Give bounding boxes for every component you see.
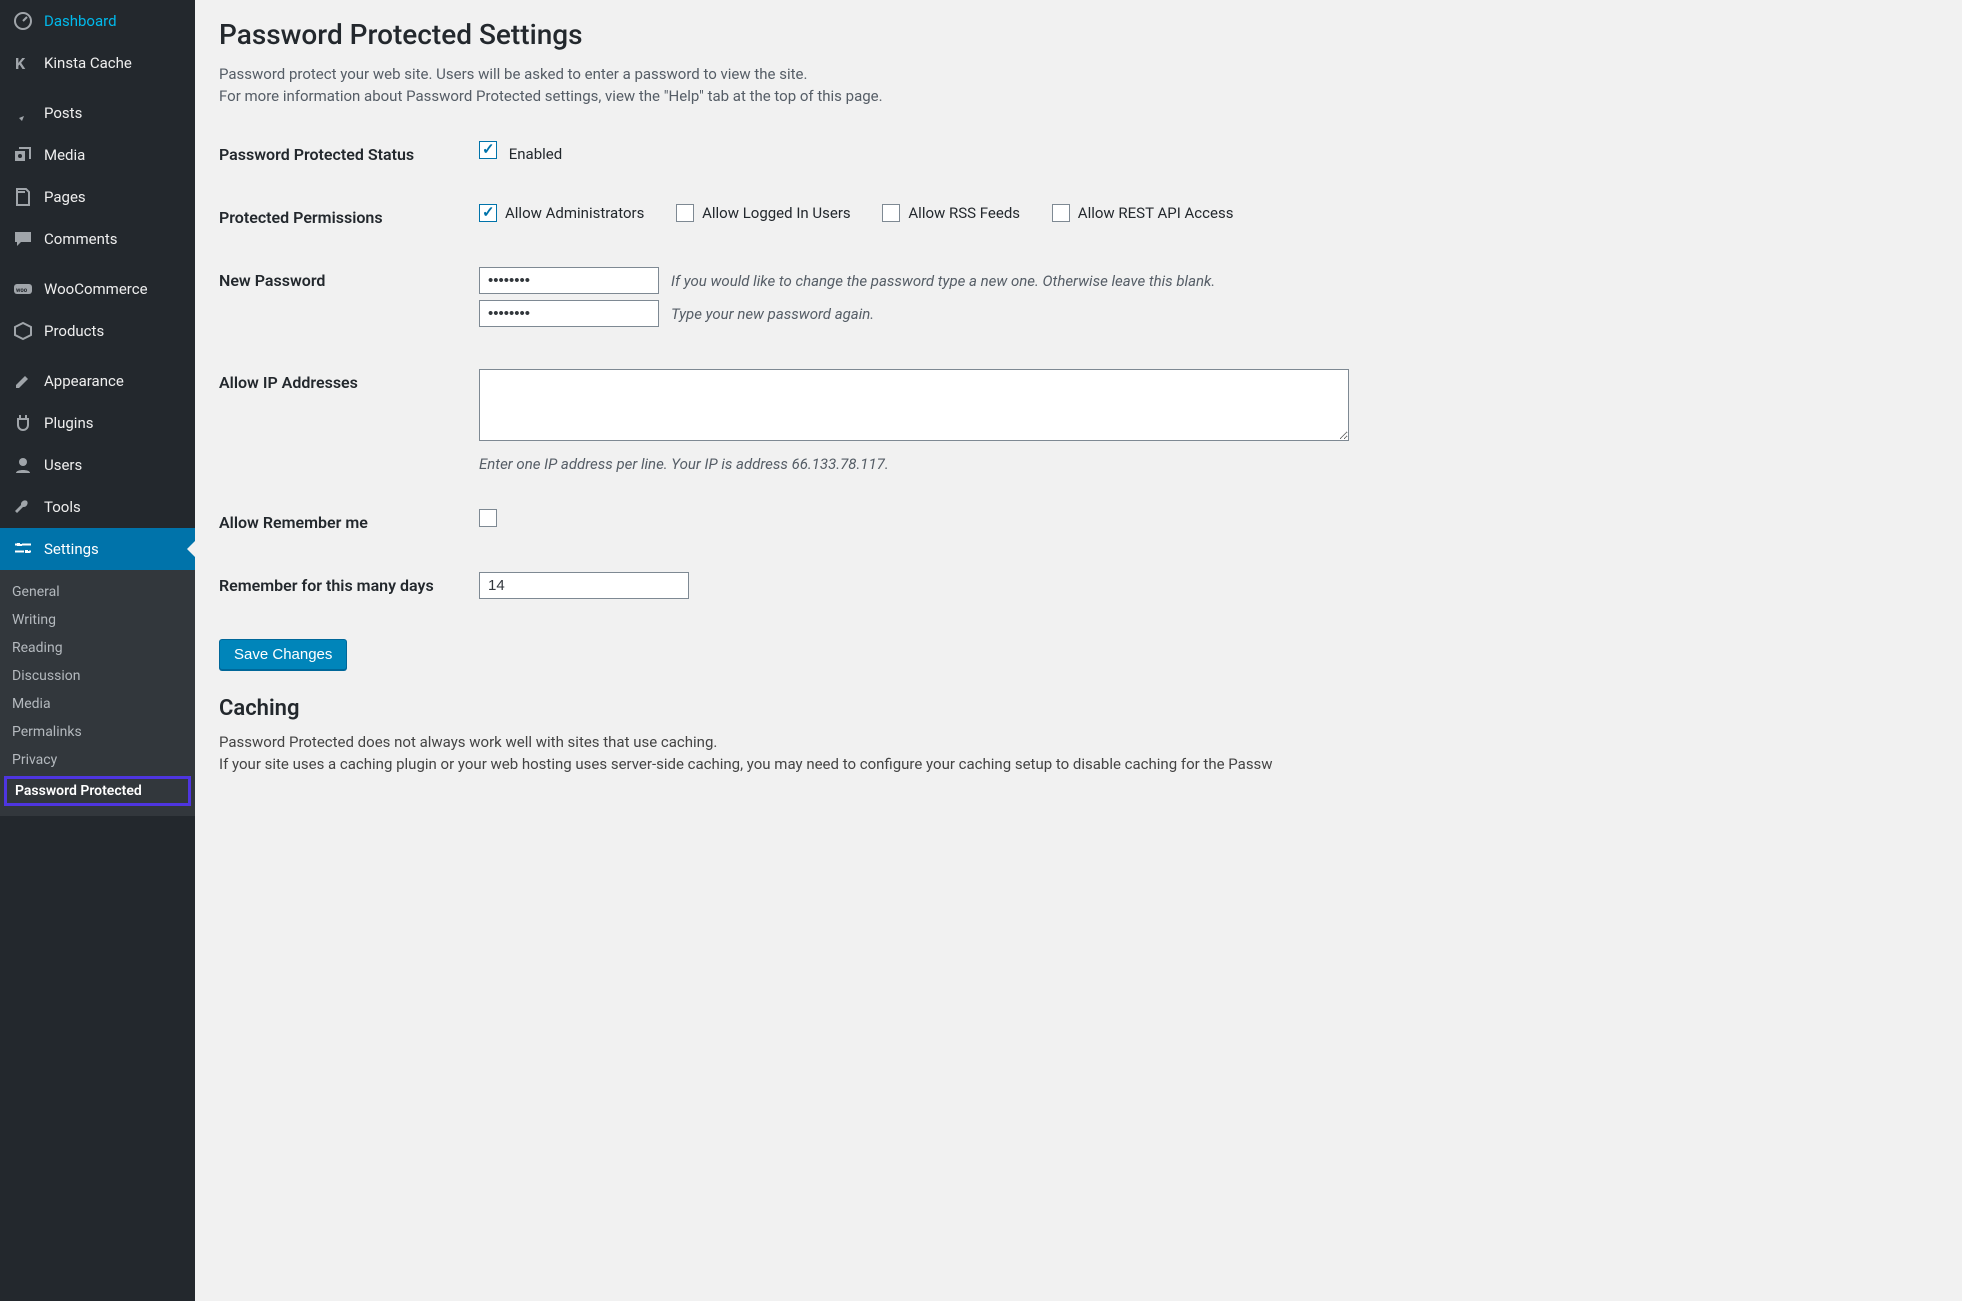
sidebar-item-label: Plugins	[44, 414, 93, 432]
submenu-item-discussion[interactable]: Discussion	[0, 662, 195, 690]
remember-days-input[interactable]	[479, 572, 689, 599]
perm-admins-checkbox[interactable]	[479, 204, 497, 222]
caching-heading: Caching	[219, 696, 1938, 721]
enabled-checkbox[interactable]	[479, 141, 497, 159]
page-title: Password Protected Settings	[219, 18, 1938, 51]
sidebar-item-comments[interactable]: Comments	[0, 218, 195, 260]
sidebar-item-label: Settings	[44, 540, 99, 558]
users-icon	[12, 454, 34, 476]
sidebar-item-products[interactable]: Products	[0, 310, 195, 352]
sidebar-item-label: Products	[44, 322, 104, 340]
save-button[interactable]: Save Changes	[219, 639, 347, 670]
sidebar-item-label: Tools	[44, 498, 81, 516]
sidebar-item-pages[interactable]: Pages	[0, 176, 195, 218]
status-label: Password Protected Status	[219, 123, 479, 186]
confirm-password-input[interactable]	[479, 300, 659, 327]
perm-rest-label: Allow REST API Access	[1078, 204, 1234, 222]
sidebar-item-kinsta-cache[interactable]: K Kinsta Cache	[0, 42, 195, 84]
permissions-label: Protected Permissions	[219, 186, 479, 249]
submenu-item-media[interactable]: Media	[0, 690, 195, 718]
settings-submenu: General Writing Reading Discussion Media…	[0, 570, 195, 816]
remember-days-label: Remember for this many days	[219, 554, 479, 617]
main-content: Password Protected Settings Password pro…	[195, 0, 1962, 1301]
submenu-item-password-protected[interactable]: Password Protected	[4, 776, 191, 806]
newpw-label: New Password	[219, 249, 479, 351]
sidebar-item-woocommerce[interactable]: woo WooCommerce	[0, 268, 195, 310]
perm-logged-label: Allow Logged In Users	[702, 204, 851, 222]
perm-rss-label: Allow RSS Feeds	[908, 204, 1020, 222]
ip-addresses-textarea[interactable]	[479, 369, 1349, 441]
perm-rest-option[interactable]: Allow REST API Access	[1052, 204, 1234, 222]
sidebar-item-label: Pages	[44, 188, 86, 206]
kinsta-icon: K	[12, 52, 34, 74]
plugins-icon	[12, 412, 34, 434]
sidebar-item-label: Kinsta Cache	[44, 54, 132, 72]
pin-icon	[12, 102, 34, 124]
products-icon	[12, 320, 34, 342]
perm-logged-checkbox[interactable]	[676, 204, 694, 222]
confirm-password-desc: Type your new password again.	[671, 305, 874, 323]
sidebar-item-dashboard[interactable]: Dashboard	[0, 0, 195, 42]
perm-logged-option[interactable]: Allow Logged In Users	[676, 204, 851, 222]
sidebar-item-label: WooCommerce	[44, 280, 148, 298]
svg-text:K: K	[15, 54, 26, 73]
submenu-item-privacy[interactable]: Privacy	[0, 746, 195, 774]
comment-icon	[12, 228, 34, 250]
sidebar-item-settings[interactable]: Settings	[0, 528, 195, 570]
ip-description: Enter one IP address per line. Your IP i…	[479, 455, 1928, 473]
sidebar-item-label: Appearance	[44, 372, 124, 390]
sidebar-item-label: Media	[44, 146, 85, 164]
submenu-item-permalinks[interactable]: Permalinks	[0, 718, 195, 746]
new-password-desc: If you would like to change the password…	[671, 272, 1215, 290]
perm-rest-checkbox[interactable]	[1052, 204, 1070, 222]
page-description-2: For more information about Password Prot…	[219, 87, 1938, 105]
perm-admins-label: Allow Administrators	[505, 204, 644, 222]
settings-icon	[12, 538, 34, 560]
sidebar-item-tools[interactable]: Tools	[0, 486, 195, 528]
enabled-option[interactable]: Enabled	[479, 145, 562, 163]
dashboard-icon	[12, 10, 34, 32]
admin-sidebar: Dashboard K Kinsta Cache Posts Media Pag…	[0, 0, 195, 1301]
sidebar-item-media[interactable]: Media	[0, 134, 195, 176]
tools-icon	[12, 496, 34, 518]
sidebar-item-label: Users	[44, 456, 82, 474]
remember-checkbox[interactable]	[479, 509, 497, 527]
submenu-item-general[interactable]: General	[0, 578, 195, 606]
submenu-item-reading[interactable]: Reading	[0, 634, 195, 662]
perm-rss-checkbox[interactable]	[882, 204, 900, 222]
media-icon	[12, 144, 34, 166]
ip-label: Allow IP Addresses	[219, 351, 479, 491]
caching-paragraph-2: If your site uses a caching plugin or yo…	[219, 755, 1938, 773]
sidebar-item-appearance[interactable]: Appearance	[0, 360, 195, 402]
remember-label: Allow Remember me	[219, 491, 479, 554]
page-description-1: Password protect your web site. Users wi…	[219, 65, 1938, 83]
new-password-input[interactable]	[479, 267, 659, 294]
enabled-label: Enabled	[509, 145, 562, 163]
svg-text:woo: woo	[16, 287, 28, 294]
sidebar-item-label: Posts	[44, 104, 82, 122]
pages-icon	[12, 186, 34, 208]
sidebar-item-plugins[interactable]: Plugins	[0, 402, 195, 444]
caching-paragraph-1: Password Protected does not always work …	[219, 733, 1938, 751]
sidebar-item-users[interactable]: Users	[0, 444, 195, 486]
perm-admins-option[interactable]: Allow Administrators	[479, 204, 644, 222]
appearance-icon	[12, 370, 34, 392]
sidebar-item-label: Dashboard	[44, 12, 117, 30]
submenu-item-writing[interactable]: Writing	[0, 606, 195, 634]
woo-icon: woo	[12, 278, 34, 300]
sidebar-item-posts[interactable]: Posts	[0, 92, 195, 134]
perm-rss-option[interactable]: Allow RSS Feeds	[882, 204, 1020, 222]
sidebar-item-label: Comments	[44, 230, 118, 248]
